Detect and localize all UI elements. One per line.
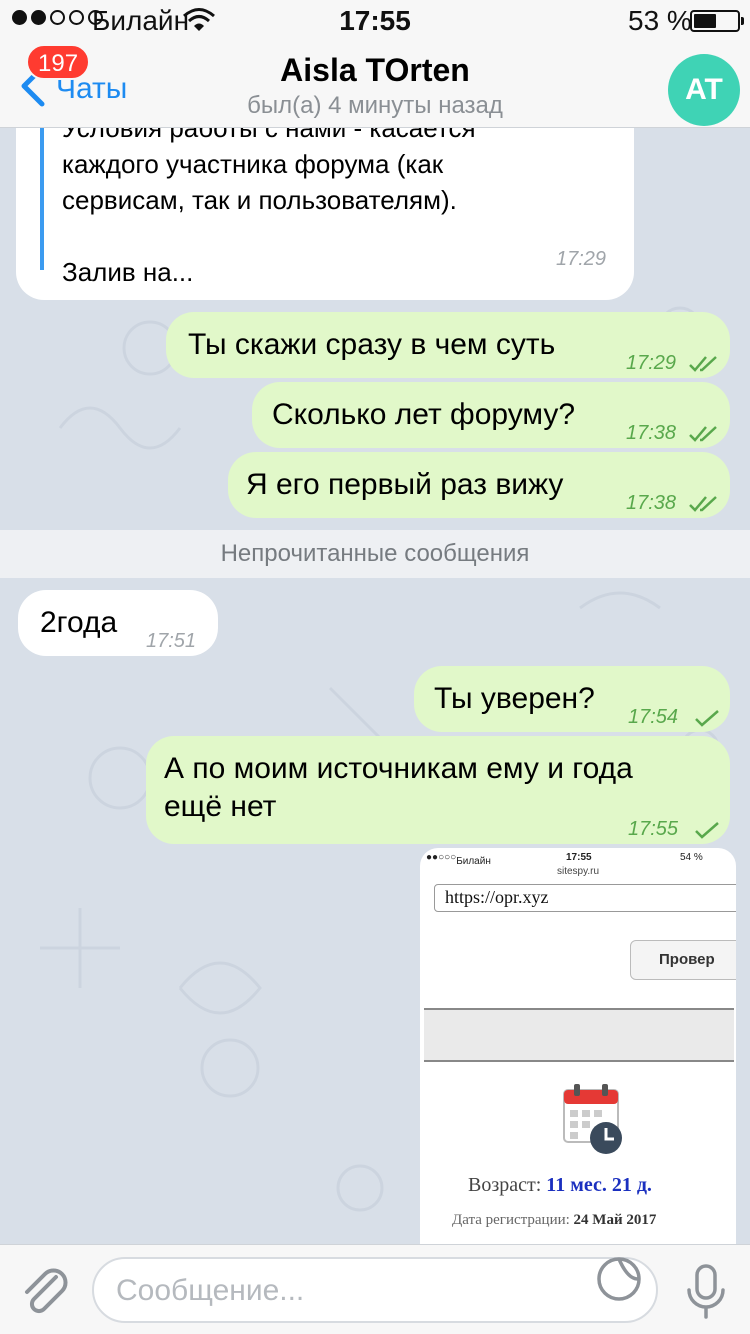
avatar[interactable]: AT: [668, 54, 740, 126]
message-time: 17:29: [556, 248, 607, 270]
message-time: 17:38: [626, 422, 677, 444]
message-text: 2года: [40, 606, 118, 639]
message-text: Ты скажи сразу в чем суть: [188, 328, 556, 361]
quote-bar: [40, 128, 44, 270]
paperclip-icon[interactable]: [18, 1263, 74, 1319]
message-text: Сколько лет форуму?: [272, 398, 576, 431]
message-line: А по моим источникам ему и года: [164, 752, 633, 785]
message-line: Залив на...: [62, 257, 194, 287]
last-seen: был(а) 4 минуты назад: [247, 92, 503, 119]
message-time: 17:54: [628, 706, 679, 728]
check-icon: [694, 821, 719, 839]
unread-badge: 197: [26, 44, 91, 80]
image-check-button: Провер: [630, 940, 736, 980]
image-age-text: Возраст: 11 мес. 21 д.: [468, 1174, 652, 1196]
message-line: каждого участника форума (как: [62, 149, 444, 179]
sticker-icon[interactable]: [596, 1256, 642, 1302]
status-bar: Билайн 17:55 53 %: [0, 0, 750, 40]
message-time: 17:51: [146, 630, 197, 652]
message-time: 17:29: [626, 352, 677, 374]
image-message[interactable]: ●●○○○ Билайн 17:55 54 % sitespy.ru https…: [420, 848, 736, 1244]
message-list[interactable]: Условия работы с нами - касается каждого…: [0, 128, 750, 1244]
chat-title[interactable]: Aisla TOrten: [0, 52, 750, 89]
message-input[interactable]: [116, 1271, 576, 1311]
message-outgoing[interactable]: Ты скажи сразу в чем суть 17:29: [166, 312, 730, 378]
message-outgoing[interactable]: Сколько лет форуму? 17:38: [252, 382, 730, 448]
message-line: Условия работы с нами - касается: [62, 128, 476, 143]
double-check-icon: [688, 355, 717, 372]
message-text: Ты уверен?: [434, 682, 595, 715]
image-url-field: https://opr.xyz: [434, 884, 736, 912]
top-bar: Билайн 17:55 53 % Чаты 197 Aisla TOrten …: [0, 0, 750, 128]
message-line: сервисам, так и пользователям).: [62, 185, 457, 215]
calendar-clock-icon: [563, 1084, 622, 1154]
image-status-bar: ●●○○○ Билайн 17:55 54 %: [426, 852, 703, 867]
double-check-icon: [688, 425, 717, 442]
image-registration-text: Дата регистрации: 24 Май 2017: [452, 1212, 657, 1228]
message-field[interactable]: [92, 1257, 658, 1323]
message-outgoing[interactable]: Я его первый раз вижу 17:38: [228, 452, 730, 518]
battery-icon: [690, 10, 744, 32]
message-time: 17:55: [628, 818, 679, 840]
message-incoming[interactable]: 2года 17:51: [18, 590, 218, 656]
message-incoming[interactable]: Условия работы с нами - касается каждого…: [16, 128, 634, 300]
double-check-icon: [688, 495, 717, 512]
message-outgoing[interactable]: Ты уверен? 17:54: [414, 666, 730, 732]
microphone-icon[interactable]: [684, 1262, 728, 1322]
battery-percent: 53 %: [628, 5, 692, 36]
check-icon: [694, 709, 719, 727]
message-time: 17:38: [626, 492, 677, 514]
message-outgoing[interactable]: А по моим источникам ему и года ещё нет …: [146, 736, 730, 844]
unread-divider: Непрочитанные сообщения: [0, 530, 750, 578]
message-text: Я его первый раз вижу: [246, 468, 564, 501]
